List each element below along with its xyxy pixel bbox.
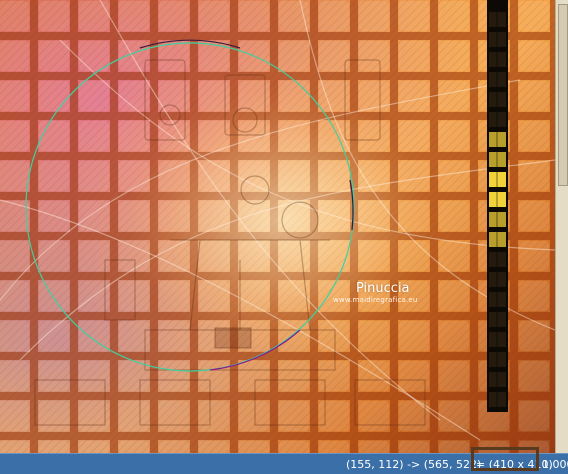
selection-coordinates: (155, 112) -> (565, 522) [346,458,482,471]
zoom-level: 1,000 [542,458,568,471]
image-editor-window: Pinuccia www.maidiregrafica.eu (155, 112… [0,0,568,474]
canvas-artwork [0,0,555,453]
image-canvas[interactable]: Pinuccia www.maidiregrafica.eu [0,0,555,453]
vertical-scrollbar[interactable] [555,0,568,453]
film-strip [487,0,508,412]
watermark-url: www.maidiregrafica.eu [333,296,418,304]
watermark-title: Pinuccia [356,281,410,296]
scrollbar-thumb[interactable] [558,4,568,186]
selection-size-highlight [471,447,539,471]
